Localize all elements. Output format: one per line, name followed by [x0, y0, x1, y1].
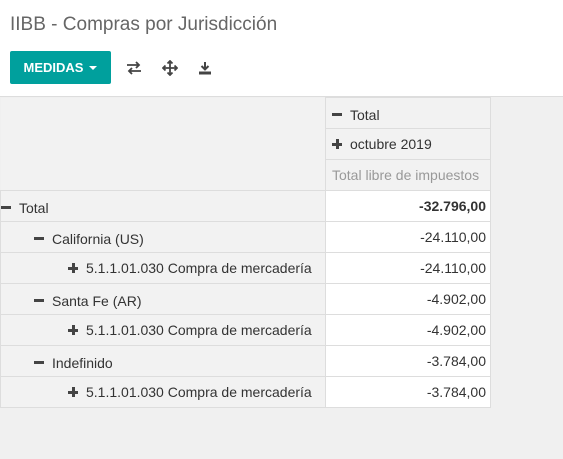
pivot-corner: [0, 97, 326, 191]
expand-icon: [68, 387, 78, 397]
control-panel: IIBB - Compras por Jurisdicción MEDIDAS: [0, 0, 563, 97]
table-row: Santa Fe (AR) -4.902,00: [0, 283, 491, 315]
value-cell[interactable]: -3.784,00: [325, 345, 491, 377]
row-header-account[interactable]: 5.1.1.01.030 Compra de mercadería: [0, 376, 326, 408]
collapse-icon: [1, 206, 11, 210]
measures-button-label: MEDIDAS: [23, 60, 84, 75]
collapse-icon: [332, 113, 342, 117]
collapse-icon: [34, 299, 44, 303]
flip-axis-button[interactable]: [123, 57, 145, 79]
col-header-total[interactable]: Total: [325, 97, 491, 129]
caret-down-icon: [89, 66, 98, 70]
row-header-account[interactable]: 5.1.1.01.030 Compra de mercadería: [0, 314, 326, 346]
measures-button[interactable]: MEDIDAS: [10, 51, 111, 84]
download-icon: [199, 62, 211, 75]
pivot-table: Total octubre 2019 Total libre de impues…: [0, 97, 491, 408]
value-cell[interactable]: -32.796,00: [325, 190, 491, 222]
download-button[interactable]: [194, 57, 216, 79]
value-cell[interactable]: -3.784,00: [325, 376, 491, 408]
expand-icon: [332, 139, 342, 149]
flip-axis-icon: [127, 61, 141, 75]
expand-all-button[interactable]: [159, 57, 181, 79]
table-row: 5.1.1.01.030 Compra de mercadería -3.784…: [0, 376, 491, 408]
expand-all-icon: [162, 60, 178, 76]
measure-header[interactable]: Total libre de impuestos: [325, 159, 491, 191]
table-row: California (US) -24.110,00: [0, 221, 491, 253]
col-header-group[interactable]: octubre 2019: [325, 128, 491, 160]
value-cell[interactable]: -24.110,00: [325, 221, 491, 253]
value-cell[interactable]: -4.902,00: [325, 314, 491, 346]
table-row: Total -32.796,00: [0, 190, 491, 222]
row-header-group[interactable]: California (US): [0, 221, 326, 253]
table-row: 5.1.1.01.030 Compra de mercadería -4.902…: [0, 314, 491, 346]
value-cell[interactable]: -4.902,00: [325, 283, 491, 315]
row-header-account[interactable]: 5.1.1.01.030 Compra de mercadería: [0, 252, 326, 284]
value-cell[interactable]: -24.110,00: [325, 252, 491, 284]
expand-icon: [68, 325, 78, 335]
collapse-icon: [34, 237, 44, 241]
row-header-group[interactable]: Indefinido: [0, 345, 326, 377]
pivot-view: Total octubre 2019 Total libre de impues…: [0, 97, 563, 459]
collapse-icon: [34, 361, 44, 365]
page-title: IIBB - Compras por Jurisdicción: [10, 14, 278, 35]
table-row: 5.1.1.01.030 Compra de mercadería -24.11…: [0, 252, 491, 284]
table-row: Indefinido -3.784,00: [0, 345, 491, 377]
row-header-total[interactable]: Total: [0, 190, 326, 222]
row-header-group[interactable]: Santa Fe (AR): [0, 283, 326, 315]
expand-icon: [68, 263, 78, 273]
